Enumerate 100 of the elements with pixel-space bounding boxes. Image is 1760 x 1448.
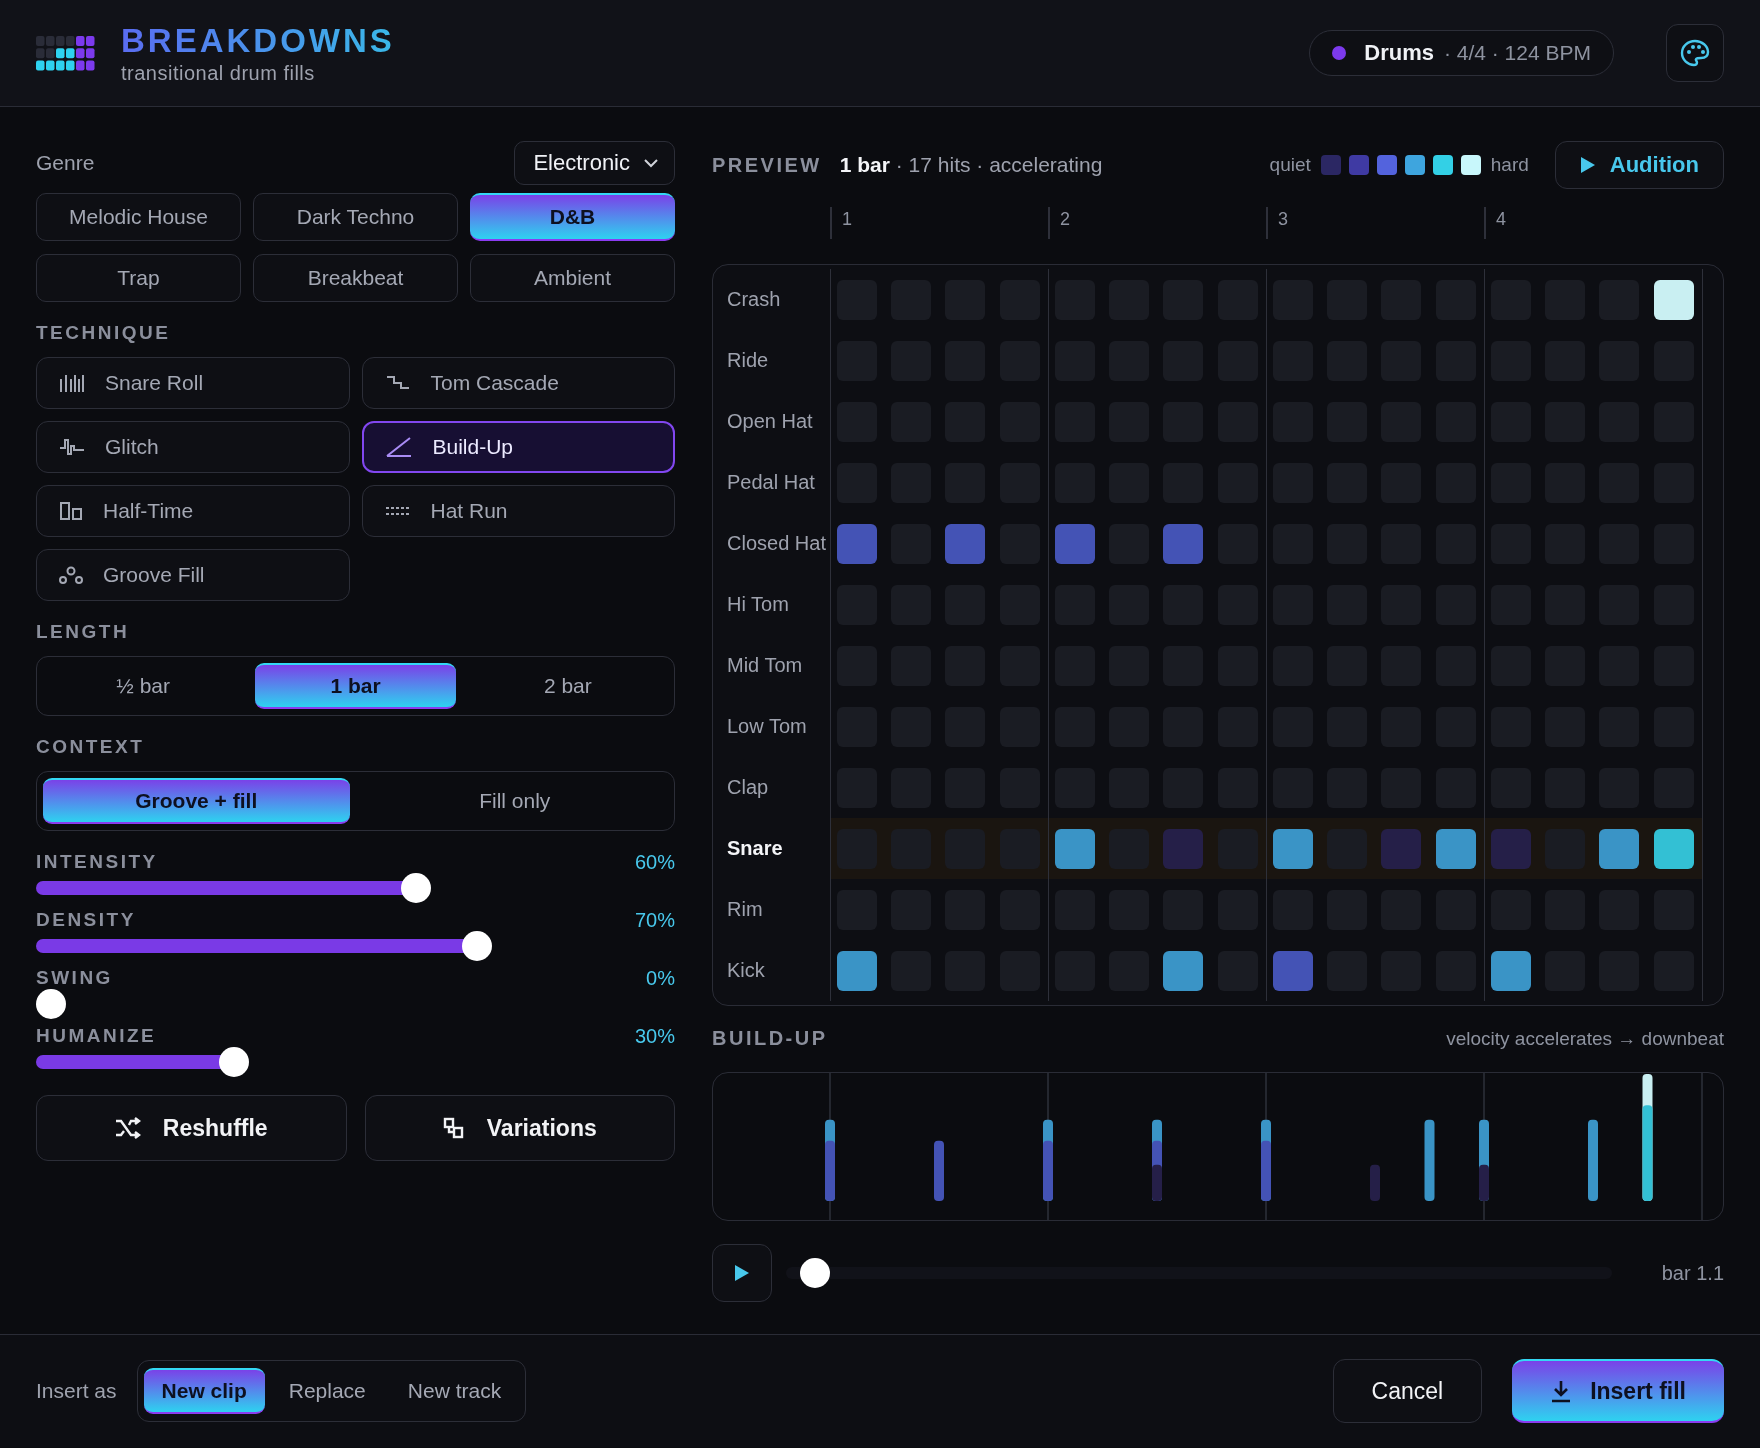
step-cell[interactable] [1491,828,1531,869]
length-option[interactable]: ½ bar [43,663,244,709]
instrument-label: Snare [726,837,784,860]
position-readout: bar 1.1 [1661,1261,1724,1285]
play-button[interactable] [712,1244,772,1302]
insert-button[interactable]: Insert fill [1512,1359,1724,1423]
section-title: PREVIEW [712,153,822,177]
theme-button[interactable] [1666,24,1724,82]
genre-chip[interactable]: Dark Techno [253,193,458,241]
step-cell[interactable] [1653,828,1694,869]
palette-icon [1680,39,1710,67]
technique-button[interactable]: Groove Fill [36,549,350,601]
play-icon [734,1264,750,1282]
section-title: LENGTH [36,621,131,643]
slider-label: DENSITY [36,909,136,931]
dotted-lines-icon [384,505,411,517]
genre-chip[interactable]: Ambient [470,254,675,302]
insert-label: Insert as [36,1379,117,1403]
section-title: BUILD-UP [712,1027,828,1050]
step-cell[interactable] [837,523,877,564]
slider-thumb[interactable] [462,931,493,961]
shuffle-icon [114,1117,141,1139]
instrument-label: Kick [726,959,766,982]
rectangles-icon [59,501,83,521]
action-button[interactable]: Reshuffle [36,1095,347,1161]
step-cell[interactable] [1599,828,1639,869]
instrument-label: Pedal Hat [726,471,816,494]
playback-slider[interactable] [786,1258,1612,1288]
step-cell[interactable] [1055,828,1095,869]
pulse-icon [59,437,85,457]
download-icon [1550,1379,1573,1403]
step-cell[interactable] [1273,828,1313,869]
instrument-label: Crash [726,288,782,311]
playhead-thumb[interactable] [800,1258,830,1288]
play-icon [1579,156,1596,174]
technique-button[interactable]: Tom Cascade [361,357,675,409]
step-cell[interactable] [945,523,985,564]
squares-icon [442,1117,465,1139]
genre-chip[interactable]: Trap [36,254,241,302]
step-cell[interactable] [1163,523,1203,564]
instrument-label: Clap [726,776,770,799]
insert-mode-option[interactable]: New track [389,1368,520,1414]
beat-number: 2 [1048,207,1266,239]
technique-button[interactable]: Half-Time [36,485,350,537]
step-cell[interactable] [1381,828,1421,869]
technique-button[interactable]: Snare Roll [36,357,350,409]
legend-label: quiet [1269,154,1311,176]
step-cell[interactable] [1055,523,1095,564]
instrument-label: Low Tom [726,715,808,738]
technique-button[interactable]: Build-Up [361,421,675,473]
insert-mode-option[interactable]: New clip [143,1368,265,1414]
slider-value: 0% [646,966,675,990]
section-title: CONTEXT [36,736,146,758]
step-cell[interactable] [1491,950,1531,991]
slider-thumb[interactable] [401,873,432,903]
step-cell[interactable] [1163,950,1203,991]
genre-chip[interactable]: Melodic House [36,193,241,241]
step-cell[interactable] [1435,828,1476,869]
track-name: Drums [1364,40,1434,66]
technique-button[interactable]: Glitch [36,421,350,473]
instrument-label: Open Hat [726,410,814,433]
genre-dropdown[interactable]: Electronic [514,141,675,185]
step-cell[interactable] [1273,950,1313,991]
bars-icon [59,373,85,393]
step-cell[interactable] [1163,828,1203,869]
track-meta: · 4/4 · 124 BPM [1443,41,1591,65]
slider-value: 60% [634,850,675,874]
instrument-label: Rim [726,898,764,921]
audition-button[interactable]: Audition [1554,141,1724,189]
cancel-button[interactable]: Cancel [1332,1359,1483,1423]
instrument-label: Ride [726,349,770,372]
technique-button[interactable]: Hat Run [361,485,675,537]
beat-number: 3 [1266,207,1484,239]
slider-thumb[interactable] [218,1047,249,1077]
instrument-label: Hi Tom [726,593,790,616]
buildup-note: velocity accelerates → downbeat [1446,1027,1724,1050]
beat-number: 1 [830,207,1048,239]
instrument-label: Closed Hat [726,532,827,555]
length-option[interactable]: 2 bar [467,663,668,709]
genre-chip[interactable]: Breakbeat [253,254,458,302]
step-cell[interactable] [1653,279,1694,320]
insert-mode-option[interactable]: Replace [270,1368,384,1414]
slider-label: SWING [36,967,113,989]
action-button[interactable]: Variations [364,1095,675,1161]
context-option[interactable]: Fill only [361,778,668,824]
logo-icon [36,35,95,71]
beat-number: 4 [1484,207,1702,239]
section-title: TECHNIQUE [36,322,172,344]
context-option[interactable]: Groove + fill [43,778,350,824]
slider-label: INTENSITY [36,851,158,873]
chevron-down-icon [644,158,658,168]
step-cell[interactable] [837,950,877,991]
instrument-label: Mid Tom [726,654,804,677]
slider-value: 30% [634,1024,675,1048]
preview-summary: 1 bar · 17 hits · accelerating [839,153,1103,177]
genre-chip[interactable]: D&B [470,193,675,241]
slider-thumb[interactable] [36,989,66,1019]
slider-label: HUMANIZE [36,1025,157,1047]
length-option[interactable]: 1 bar [255,663,456,709]
dots-icon [59,565,83,585]
